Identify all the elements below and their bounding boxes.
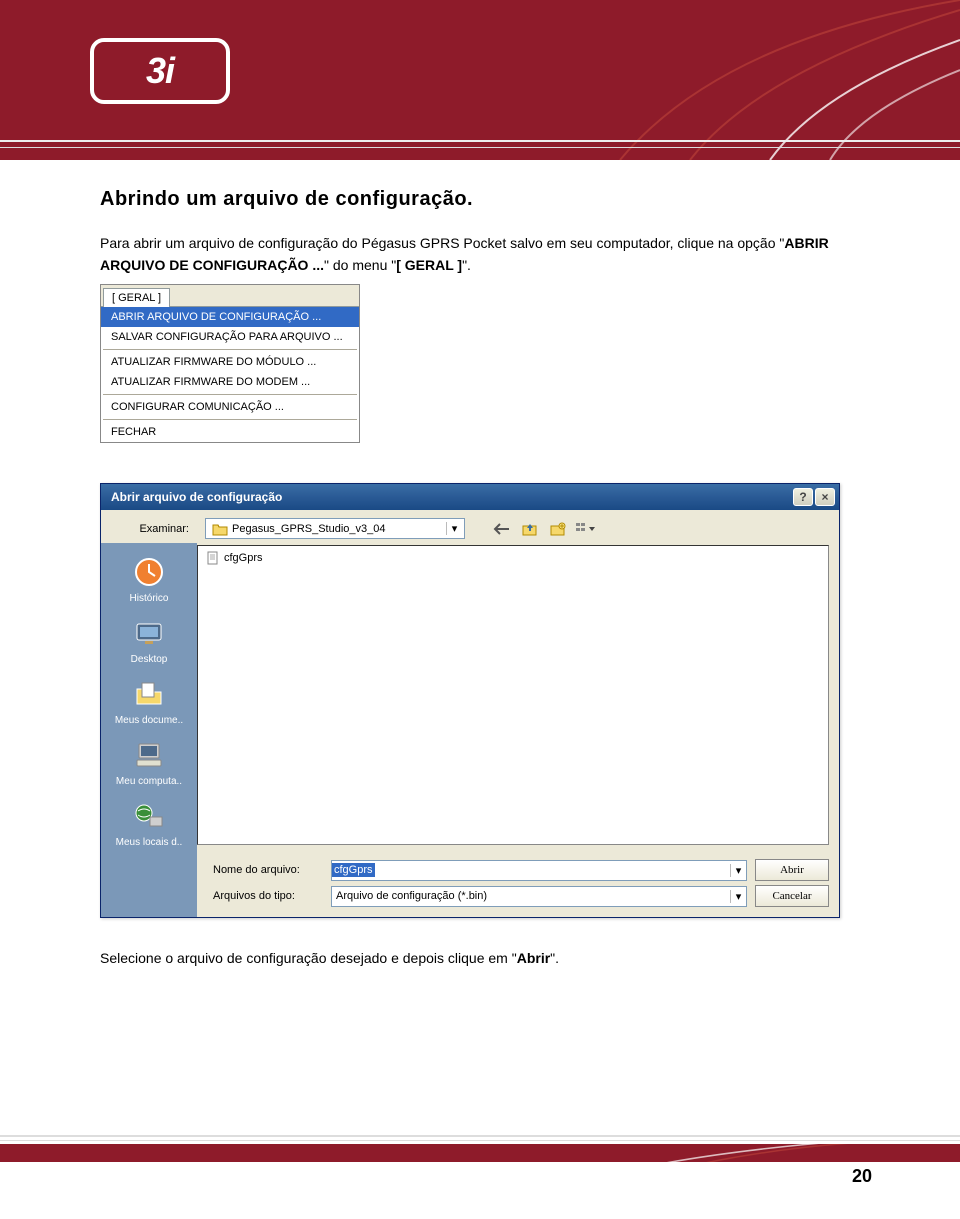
dialog-toolbar: Examinar: Pegasus_GPRS_Studio_v3_04 ▾ (101, 510, 839, 543)
file-name-text: cfgGprs (224, 552, 263, 564)
sidebar-label: Histórico (130, 593, 169, 604)
help-button[interactable]: ? (793, 488, 813, 506)
file-open-dialog: Abrir arquivo de configuração ? × Examin… (100, 483, 840, 918)
filetype-dropdown-icon[interactable]: ▾ (730, 890, 746, 903)
menu-tab-geral[interactable]: [ GERAL ] (103, 288, 170, 307)
folder-name-text: Pegasus_GPRS_Studio_v3_04 (232, 523, 446, 535)
sidebar-label: Meus locais d.. (116, 837, 183, 848)
folder-select-combo[interactable]: Pegasus_GPRS_Studio_v3_04 ▾ (205, 518, 465, 539)
open-folder-icon (212, 522, 228, 536)
filetype-label: Arquivos do tipo: (213, 890, 323, 902)
menu-separator-3 (103, 419, 357, 420)
menu-separator-2 (103, 394, 357, 395)
header-rule-1 (0, 140, 960, 142)
sidebar-documents[interactable]: Meus docume.. (108, 671, 190, 732)
dialog-title: Abrir arquivo de configuração (105, 490, 791, 504)
footer-rule-1 (0, 1135, 960, 1137)
filename-row: Nome do arquivo: cfgGprs ▾ Abrir (213, 859, 829, 881)
logo-text: 3i (146, 50, 174, 92)
up-folder-icon[interactable] (519, 519, 541, 539)
caption-bold: Abrir (517, 950, 550, 966)
new-folder-icon[interactable] (547, 519, 569, 539)
page-content: Abrindo um arquivo de configuração. Para… (0, 160, 960, 966)
sidebar-computer[interactable]: Meu computa.. (108, 732, 190, 793)
filename-value: cfgGprs (332, 863, 375, 877)
sidebar-desktop[interactable]: Desktop (108, 610, 190, 671)
caption-text-1: Selecione o arquivo de configuração dese… (100, 950, 517, 966)
toolbar-icons (491, 519, 597, 539)
dialog-body: Histórico Desktop Meus docume.. (101, 543, 839, 917)
menu-item-configurar-comunicacao[interactable]: CONFIGURAR COMUNICAÇÃO ... (101, 397, 359, 417)
intro-paragraph: Para abrir um arquivo de configuração do… (100, 233, 870, 276)
footer-bar (0, 1144, 960, 1162)
dialog-bottom-panel: Nome do arquivo: cfgGprs ▾ Abrir Arquivo… (197, 849, 839, 917)
menu-separator-1 (103, 349, 357, 350)
close-button[interactable]: × (815, 488, 835, 506)
network-places-icon (131, 799, 167, 833)
desktop-icon (131, 616, 167, 650)
sidebar-label: Desktop (131, 654, 168, 665)
file-icon (206, 551, 220, 565)
intro-text-1: Para abrir um arquivo de configuração do… (100, 235, 784, 251)
caption-paragraph: Selecione o arquivo de configuração dese… (100, 950, 870, 966)
history-icon (131, 555, 167, 589)
sidebar-network[interactable]: Meus locais d.. (108, 793, 190, 854)
menu-items-list: ABRIR ARQUIVO DE CONFIGURAÇÃO ... SALVAR… (101, 307, 359, 442)
sidebar-label: Meu computa.. (116, 776, 182, 787)
footer-arcs-decoration (660, 1144, 960, 1162)
menu-screenshot: [ GERAL ] ABRIR ARQUIVO DE CONFIGURAÇÃO … (100, 284, 360, 443)
menu-item-abrir-arquivo[interactable]: ABRIR ARQUIVO DE CONFIGURAÇÃO ... (101, 307, 359, 327)
page-header: 3i (0, 0, 960, 160)
intro-text-mid: " do menu " (324, 257, 396, 273)
sidebar-label: Meus docume.. (115, 715, 183, 726)
intro-bold-menu: [ GERAL ] (396, 257, 462, 273)
filename-input[interactable]: cfgGprs ▾ (331, 860, 747, 881)
menu-item-salvar[interactable]: SALVAR CONFIGURAÇÃO PARA ARQUIVO ... (101, 327, 359, 347)
open-button[interactable]: Abrir (755, 859, 829, 881)
header-rule-2 (0, 147, 960, 148)
intro-text-end: ". (462, 257, 471, 273)
folder-dropdown-icon[interactable]: ▾ (446, 522, 462, 535)
header-arcs-decoration (460, 0, 960, 160)
section-heading: Abrindo um arquivo de configuração. (100, 188, 870, 211)
caption-text-2: ". (550, 950, 559, 966)
file-item-cfggprs[interactable]: cfgGprs (202, 550, 267, 566)
file-list-area[interactable]: cfgGprs (197, 545, 829, 845)
examine-label: Examinar: (117, 523, 197, 535)
page-footer: 20 (0, 1135, 960, 1219)
footer-rule-2 (0, 1140, 960, 1141)
view-menu-icon[interactable] (575, 519, 597, 539)
back-arrow-icon[interactable] (491, 519, 513, 539)
dialog-titlebar[interactable]: Abrir arquivo de configuração ? × (101, 484, 839, 510)
documents-icon (131, 677, 167, 711)
filetype-row: Arquivos do tipo: Arquivo de configuraçã… (213, 885, 829, 907)
places-sidebar: Histórico Desktop Meus docume.. (101, 543, 197, 917)
computer-icon (131, 738, 167, 772)
filename-label: Nome do arquivo: (213, 864, 323, 876)
sidebar-historico[interactable]: Histórico (108, 549, 190, 610)
cancel-button[interactable]: Cancelar (755, 885, 829, 907)
brand-logo: 3i (90, 38, 230, 104)
page-number: 20 (852, 1166, 872, 1187)
menu-item-fechar[interactable]: FECHAR (101, 422, 359, 442)
menu-item-firmware-modem[interactable]: ATUALIZAR FIRMWARE DO MODEM ... (101, 372, 359, 392)
filetype-value: Arquivo de configuração (*.bin) (332, 890, 491, 902)
filename-dropdown-icon[interactable]: ▾ (730, 864, 746, 877)
menu-tab-row: [ GERAL ] (101, 285, 359, 307)
menu-item-firmware-modulo[interactable]: ATUALIZAR FIRMWARE DO MÓDULO ... (101, 352, 359, 372)
filetype-select[interactable]: Arquivo de configuração (*.bin) ▾ (331, 886, 747, 907)
